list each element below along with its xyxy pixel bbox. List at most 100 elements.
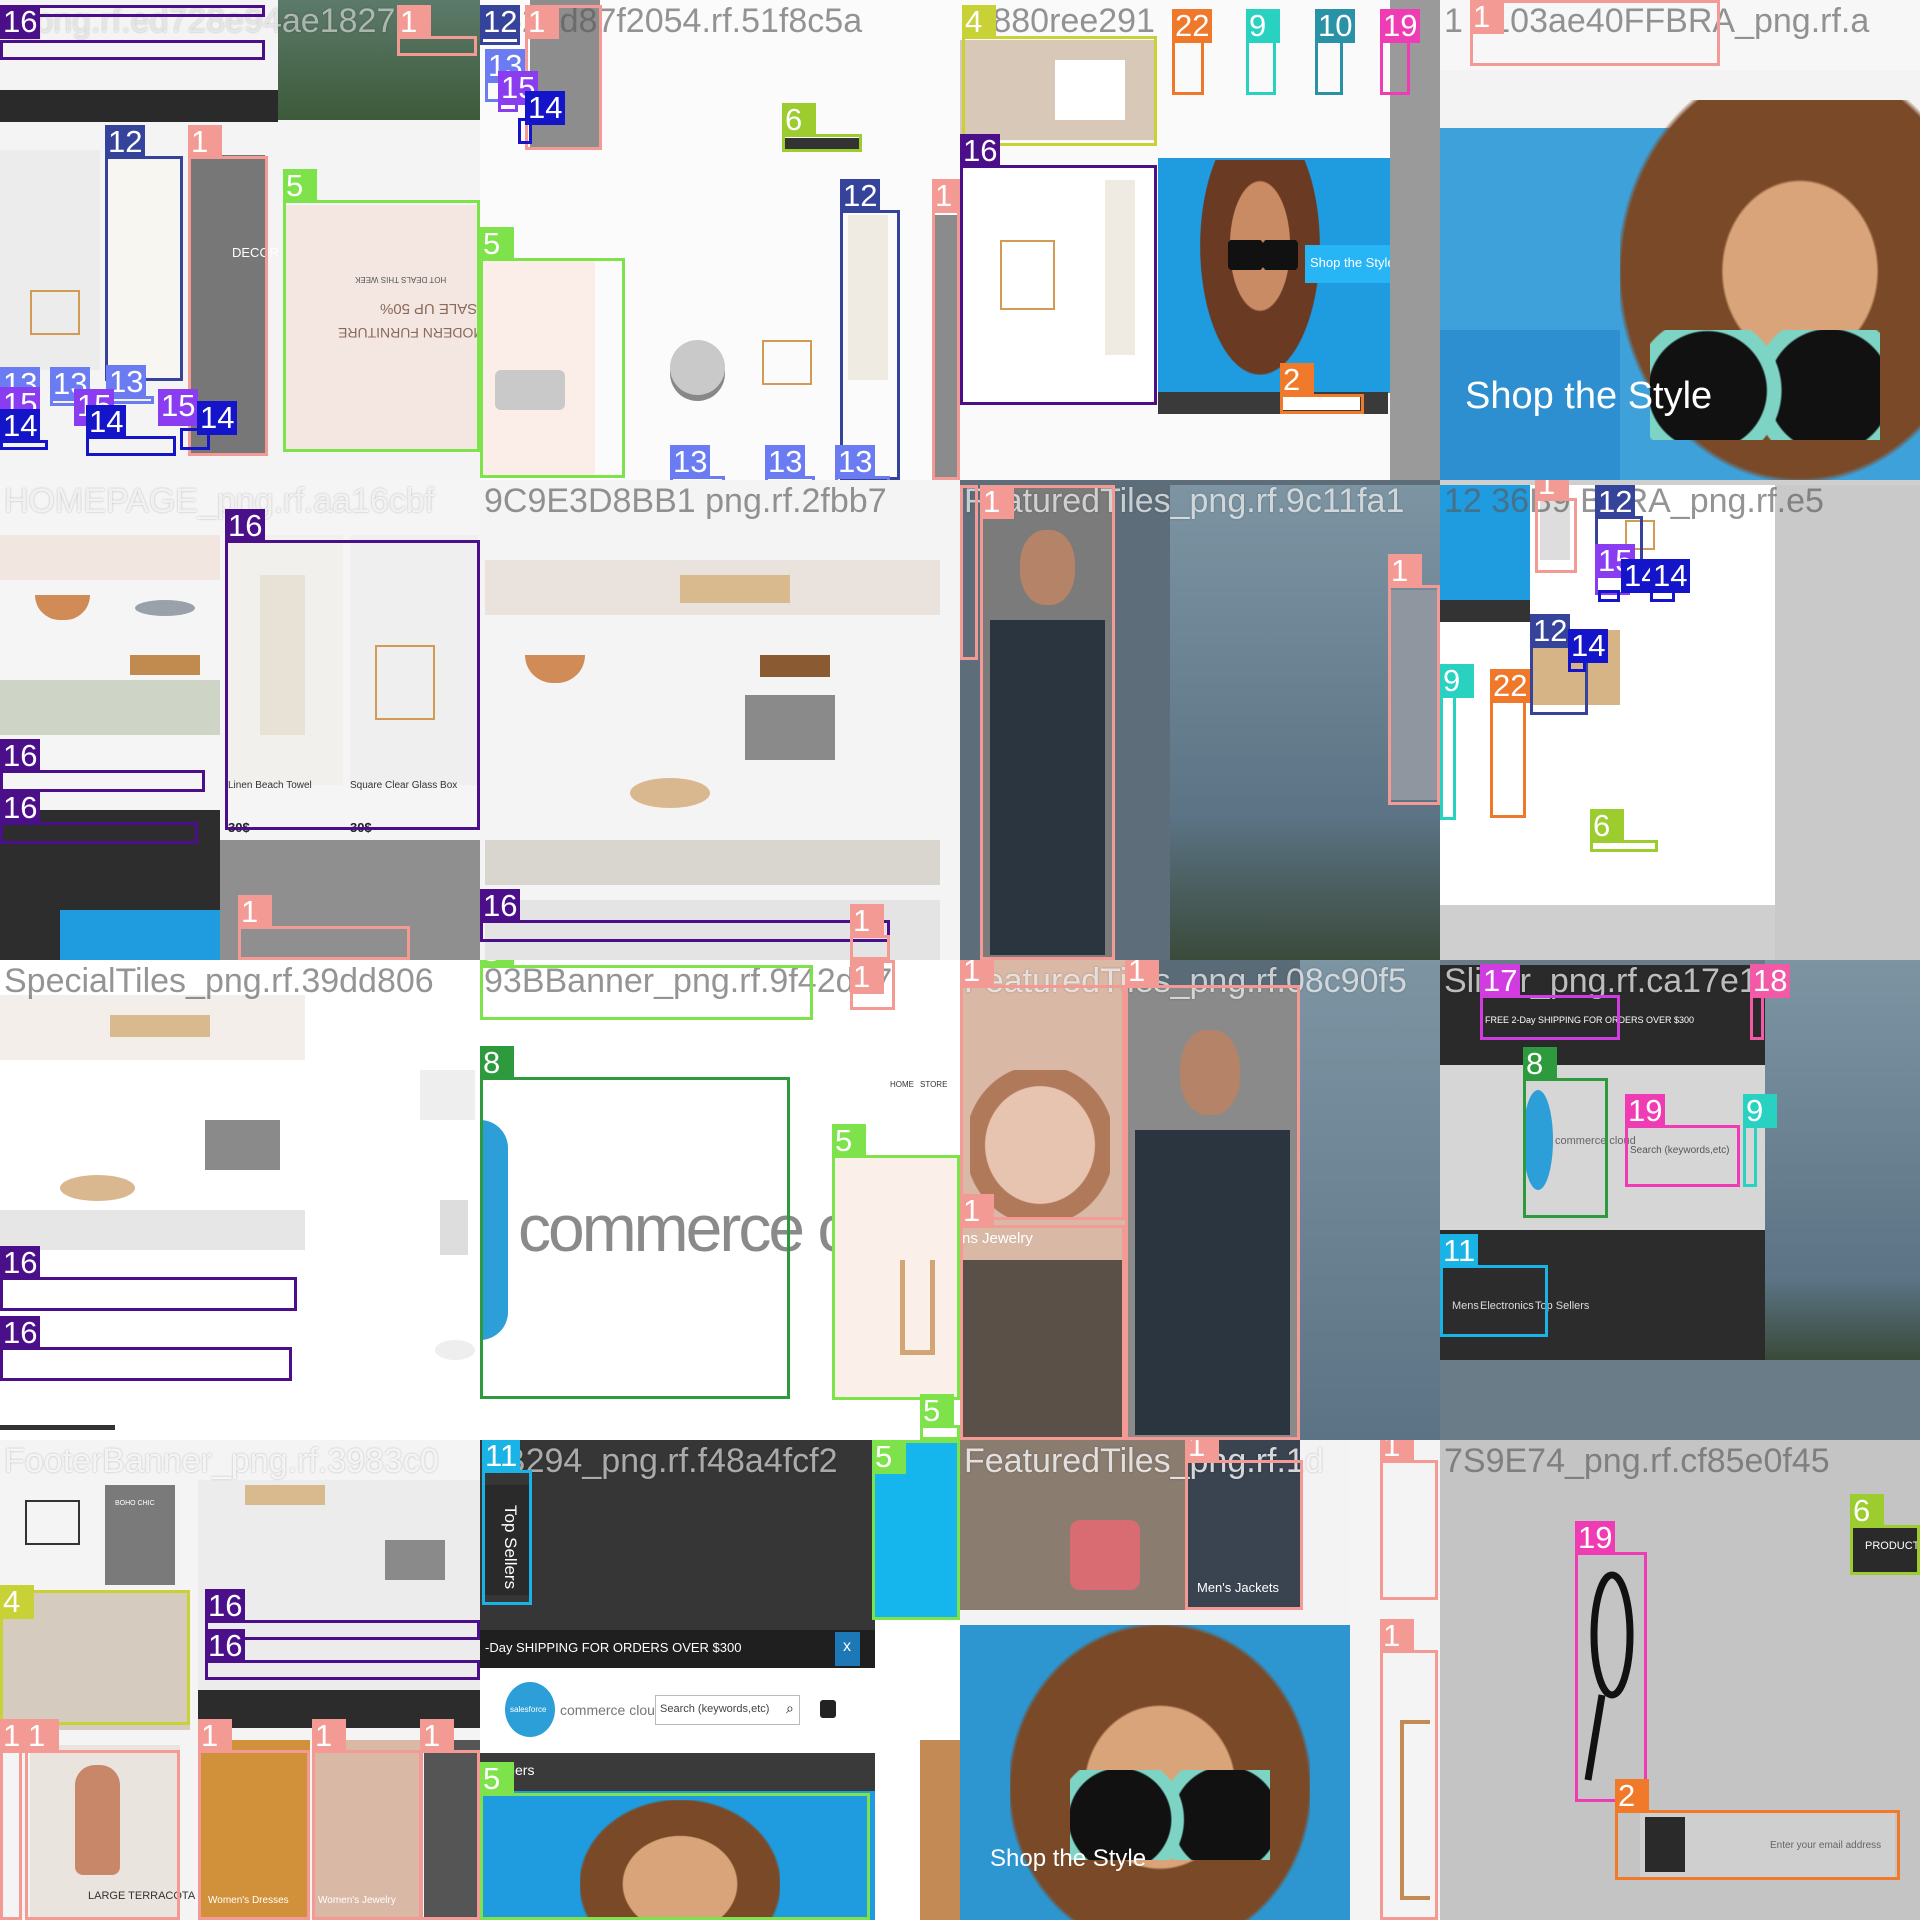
box-9: 9 (1440, 664, 1474, 820)
box-15: 15 (498, 71, 539, 112)
label-16: 16 (0, 1246, 41, 1280)
box-19: 19 (1575, 1521, 1647, 1802)
box-17: 17 (1480, 964, 1620, 1040)
label-1: 1 (1380, 1440, 1414, 1463)
tile-10: commerce cloud HOME STORE 93BBanner_png.… (480, 960, 960, 1440)
label-16: 16 (205, 1589, 246, 1623)
label-2: 2 (1615, 1779, 1649, 1813)
box-11: 11 (1440, 1234, 1548, 1337)
label-5: 5 (920, 1394, 954, 1428)
label-16: 16 (0, 1316, 41, 1350)
box-5: 5 (832, 1124, 960, 1400)
label-16: 16 (225, 509, 266, 543)
box-1: 1 (238, 895, 410, 960)
label-11: 11 (482, 1440, 521, 1473)
box-1: 1 (1185, 1440, 1303, 1610)
label-1: 1 (420, 1719, 454, 1753)
search-icon[interactable]: ⌕ (786, 1700, 794, 1717)
annotation-mosaic: DECOR HOT DEALS THIS WEEK SALE UP 50% MO… (0, 0, 1920, 1920)
tile-3: Shop the Style 4 880ree291 4 22 9 10 19 … (960, 0, 1440, 480)
box-9: 9 (1743, 1094, 1777, 1187)
label-8: 8 (480, 1046, 514, 1080)
label-8: 8 (1523, 1047, 1557, 1081)
glass-box (30, 290, 80, 335)
dark-footer-strip (0, 90, 278, 122)
label-2: 2 (1280, 363, 1314, 397)
shipping-text: -Day SHIPPING FOR ORDERS OVER $300 (485, 1640, 742, 1655)
box-16: 16 (205, 1589, 480, 1640)
box-1: 1 (932, 179, 960, 480)
box-1: 1 (1388, 554, 1440, 805)
label-17: 17 (1480, 964, 1521, 998)
label-1: 1 (238, 895, 272, 929)
tile-6: 9C9E3D8BB1 png.rf.2fbb7 16 1 (480, 480, 960, 960)
box-16: 16 (0, 1246, 297, 1311)
label-1: 1 (1380, 1619, 1414, 1653)
boho-label: BOHO CHIC (115, 1500, 155, 1507)
sunglasses (1228, 240, 1298, 270)
label-5: 5 (872, 1440, 906, 1474)
box-14: 14 (0, 409, 48, 450)
box-1: 1 (1125, 960, 1300, 1440)
bowl (525, 655, 585, 683)
commerce-cloud-logo-text: commerce cloud (560, 1702, 663, 1718)
blue-strip (60, 910, 220, 960)
label-1: 1 (932, 179, 960, 213)
box-11: 11 (482, 1440, 532, 1605)
chair-photo (920, 1740, 960, 1920)
nav-home: HOME (890, 1080, 914, 1089)
cart-icon[interactable] (820, 1700, 836, 1718)
label-16: 16 (480, 889, 521, 923)
label-15: 15 (158, 389, 199, 423)
tile-name: 9C9E3D8BB1 png.rf.2fbb7 (484, 482, 887, 520)
label-1: 1 (1388, 554, 1422, 588)
box-6: 6 (1850, 1494, 1920, 1575)
label-16: 16 (0, 791, 41, 825)
box-14: 14 (1650, 559, 1691, 602)
box-16: 16 (960, 134, 1157, 405)
search-placeholder: Search (keywords,etc) (660, 1703, 770, 1715)
bedding-strip (0, 1210, 305, 1250)
label-1: 1 (980, 485, 1014, 519)
close-icon[interactable]: x (843, 1638, 851, 1656)
box-18: 18 (1750, 964, 1791, 1040)
label-4: 4 (0, 1585, 34, 1619)
box-1: 1 (0, 1719, 34, 1920)
box-1: 1 (850, 904, 890, 960)
label-19: 19 (1625, 1094, 1666, 1128)
box-16: 16 (480, 889, 890, 942)
grey-card (205, 1120, 280, 1170)
box-5: 5 (480, 227, 625, 478)
pottery (35, 595, 90, 620)
box-14: 14 (86, 405, 176, 456)
label-5: 5 (480, 227, 514, 261)
label-16: 16 (960, 134, 1001, 168)
label-22: 22 (1172, 9, 1213, 43)
grey-filler (1775, 485, 1920, 960)
chair (760, 655, 830, 677)
box-1: 1 (420, 1719, 480, 1920)
tile-name: 7S9E74_png.rf.cf85e0f45 (1444, 1442, 1830, 1480)
label-12: 12 (105, 125, 146, 159)
label-14: 14 (525, 91, 566, 125)
label-13: 13 (765, 445, 806, 479)
label-9: 9 (1743, 1094, 1777, 1128)
box-1: 1 (980, 485, 1115, 960)
box-19: 19 (1380, 9, 1421, 95)
box-14: 14 (518, 91, 566, 144)
box-8: 8 (1523, 1047, 1608, 1218)
label-6: 6 (782, 103, 816, 137)
plates-photo (670, 340, 725, 395)
label-12: 12 (1595, 485, 1636, 519)
box-15: 15 (158, 389, 202, 426)
sky-right (1300, 960, 1440, 1440)
label-10: 10 (1315, 9, 1356, 43)
label-1: 1 (1470, 0, 1504, 34)
plate (135, 600, 195, 616)
label-12: 12 (840, 179, 881, 213)
shop-the-style-title: Shop the Style (1465, 375, 1713, 417)
label-14: 14 (1650, 559, 1691, 593)
label-14: 14 (1568, 629, 1609, 663)
box-10: 10 (1315, 9, 1356, 95)
box-2: 2 (1615, 1779, 1900, 1880)
